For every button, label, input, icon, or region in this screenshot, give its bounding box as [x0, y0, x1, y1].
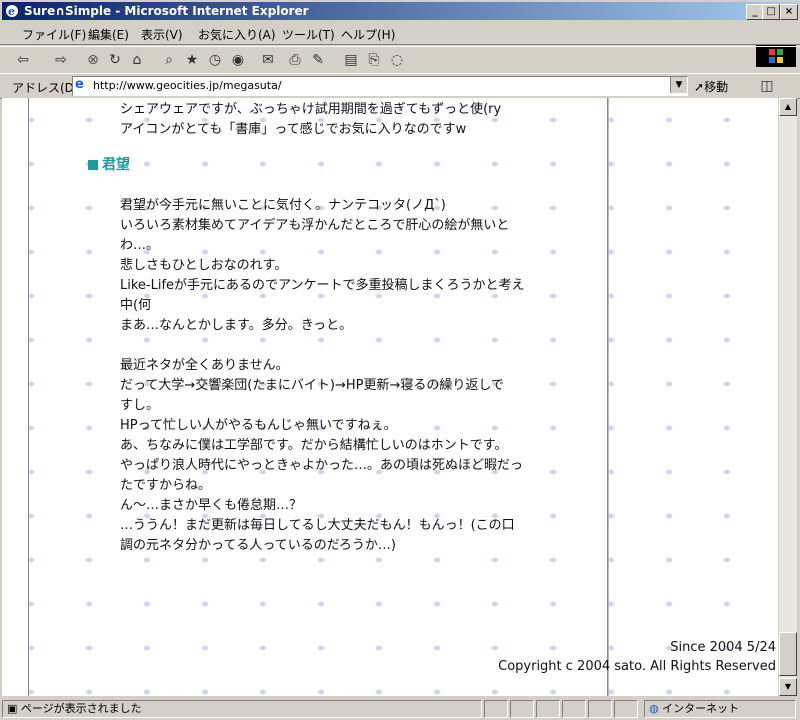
globe-icon: ◍ — [649, 702, 659, 715]
section-heading: 君望 — [88, 154, 130, 174]
status-text-cell: ▣ ページが表示されました — [2, 700, 482, 718]
body-line: だって大学→交響楽団(たまにバイト)→HP更新→寝るの繰り返しで — [120, 378, 505, 393]
body-line: 中(何 — [120, 298, 152, 313]
ie-icon: e — [6, 5, 18, 18]
stop-icon[interactable]: ⊗ — [84, 51, 102, 69]
forward-icon[interactable]: ⇨ — [52, 51, 70, 69]
body-line: まあ…なんとかします。多分。きっと。 — [120, 318, 353, 333]
history-icon[interactable]: ◷ — [206, 51, 224, 69]
status-cell — [536, 700, 560, 718]
edit-icon[interactable]: ✎ — [309, 51, 327, 69]
address-dropdown-icon[interactable]: ▼ — [670, 77, 687, 93]
body-line: 君望が今手元に無いことに気付く。ナンテコッタ(ノД`) — [120, 198, 446, 213]
print-icon[interactable]: ⎙ — [286, 51, 304, 69]
media-icon[interactable]: ◉ — [229, 51, 247, 69]
menu-favorites[interactable]: お気に入り(A) — [198, 26, 276, 43]
body-line: HPって忙しい人がやるもんじゃ無いですねぇ。 — [120, 418, 397, 433]
body-line: Like-Lifeが手元にあるのでアンケートで多重投稿しまくろうかと考え — [120, 278, 525, 293]
mail-icon[interactable]: ✉ — [259, 51, 277, 69]
scroll-thumb[interactable] — [779, 632, 797, 676]
favorites-icon[interactable]: ★ — [183, 51, 201, 69]
menu-tools[interactable]: ツール(T) — [282, 26, 335, 43]
footer-since: Since 2004 5/24 — [670, 640, 776, 655]
svg-text:e: e — [8, 5, 15, 18]
maximize-button[interactable]: □ — [762, 4, 780, 20]
discuss-icon[interactable]: ▤ — [342, 51, 360, 69]
address-input[interactable]: e http://www.geocities.jp/megasuta/ ▼ — [72, 76, 688, 96]
title-bar: e Sure∩Simple - Microsoft Internet Explo… — [2, 2, 798, 20]
menu-edit[interactable]: 編集(E) — [88, 26, 129, 43]
body-line: …ううん！まだ更新は毎日してるし大丈夫だもん！もんっ！(この口 — [120, 518, 515, 533]
section-title: 君望 — [102, 157, 130, 173]
status-cell — [588, 700, 612, 718]
menu-view[interactable]: 表示(V) — [141, 26, 183, 43]
body-line: やっぱり浪人時代にやっときゃよかった…。あの頃は死ぬほど暇だっ — [120, 458, 524, 473]
status-cell — [484, 700, 508, 718]
menu-file[interactable]: ファイル(F) — [22, 26, 86, 43]
close-button[interactable]: × — [780, 4, 798, 20]
vertical-scrollbar[interactable]: ▲ ▼ — [778, 98, 797, 696]
status-cell — [562, 700, 586, 718]
body-line: 最近ネタが全くありません。 — [120, 358, 289, 373]
body-line: すし。 — [120, 398, 160, 413]
home-icon[interactable]: ⌂ — [128, 51, 146, 69]
window-title: Sure∩Simple - Microsoft Internet Explore… — [24, 4, 309, 18]
body-line: いろいろ素材集めてアイデアも浮かんだところで肝心の絵が無いと — [120, 218, 510, 233]
back-icon[interactable]: ⇦ — [14, 51, 32, 69]
browser-window: e Sure∩Simple - Microsoft Internet Explo… — [0, 0, 800, 720]
status-cell — [510, 700, 534, 718]
top-line: シェアウェアですが、ぶっちゃけ試用期間を過ぎてもずっと使(ry — [120, 102, 502, 117]
search-icon[interactable]: ⌕ — [160, 51, 178, 69]
body-line: あ、ちなみに僕は工学部です。だから結構忙しいのはホントです。 — [120, 438, 508, 453]
body-line: たですからね。 — [120, 478, 212, 493]
address-label: アドレス(D) — [12, 81, 79, 95]
messenger-icon[interactable]: ⎘ — [365, 51, 383, 69]
content-panel — [28, 98, 608, 696]
zone-cell: ◍ インターネット — [644, 700, 796, 718]
status-text: ページが表示されました — [20, 702, 142, 715]
status-cell — [614, 700, 638, 718]
menu-bar: ファイル(F) 編集(E) 表示(V) お気に入り(A) ツール(T) ヘルプ(… — [0, 22, 800, 67]
menu-help[interactable]: ヘルプ(H) — [341, 26, 395, 43]
go-label: 移動 — [704, 80, 729, 94]
status-page-icon: ▣ — [7, 702, 18, 715]
research-icon[interactable]: ◌ — [388, 51, 406, 69]
page-viewport[interactable]: シェアウェアですが、ぶっちゃけ試用期間を過ぎてもずっと使(ry アイコンがとても… — [2, 98, 778, 696]
address-bar: アドレス(D) e http://www.geocities.jp/megasu… — [0, 73, 800, 99]
body-line: 悲しさもひとしおなのれす。 — [120, 258, 288, 273]
standard-toolbar: ⇦ ⇨ ⊗ ↻ ⌂ ⌕ ★ ◷ ◉ ✉ ⎙ ✎ ▤ ⎘ ◌ — [0, 46, 800, 74]
body-line: ん～…まさか早くも倦怠期…？ — [120, 498, 303, 513]
footer-copyright: Copyright c 2004 sato. All Rights Reserv… — [498, 659, 776, 674]
top-line: アイコンがとても「書庫」って感じでお気に入りなのですw — [120, 122, 467, 137]
refresh-icon[interactable]: ↻ — [106, 51, 124, 69]
bullet-square-icon — [88, 160, 98, 170]
go-button[interactable]: ➚移動 — [694, 78, 728, 95]
body-line: 調の元ネタ分かってる人っているのだろうか…) — [120, 538, 396, 553]
zone-text: インターネット — [662, 702, 740, 715]
scroll-down-icon[interactable]: ▼ — [779, 678, 797, 696]
status-bar: ▣ ページが表示されました ◍ インターネット — [0, 698, 800, 720]
address-url[interactable]: http://www.geocities.jp/megasuta/ — [93, 79, 282, 92]
scroll-up-icon[interactable]: ▲ — [779, 98, 797, 116]
page-icon: e — [75, 77, 84, 92]
body-line: わ…。 — [120, 238, 160, 253]
links-icon[interactable]: ◫ — [758, 77, 776, 95]
